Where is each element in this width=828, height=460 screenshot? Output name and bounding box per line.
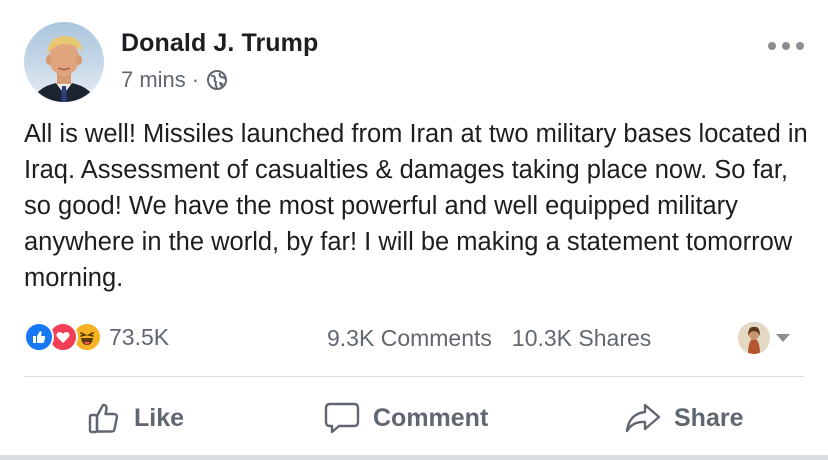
post-text: All is well! Missiles launched from Iran… (24, 120, 808, 292)
author-name[interactable]: Donald J. Trump (121, 29, 318, 58)
like-reaction-icon (24, 322, 54, 352)
reactions-summary[interactable]: 73.5K (24, 320, 169, 354)
comment-bubble-icon (323, 400, 361, 436)
like-label: Like (134, 403, 185, 432)
post-actions: Like Comment Share (0, 390, 828, 446)
share-arrow-icon (624, 401, 662, 435)
comments-count-link[interactable]: 9.3K Comments (327, 325, 492, 352)
facebook-post: Donald J. Trump 7 mins · All is well! Mi… (0, 0, 828, 460)
globe-icon (206, 69, 228, 91)
share-as-selector[interactable] (738, 321, 790, 355)
post-meta: 7 mins · (121, 66, 228, 94)
shares-count-link[interactable]: 10.3K Shares (512, 325, 651, 352)
post-timestamp[interactable]: 7 mins (121, 67, 186, 93)
post-separator-strip (0, 455, 828, 460)
thumbs-up-icon (86, 400, 122, 436)
reaction-icons (24, 322, 102, 352)
reaction-count: 73.5K (109, 323, 170, 350)
viewer-avatar (738, 322, 770, 354)
comment-button[interactable]: Comment (323, 390, 488, 446)
meta-separator: · (191, 67, 200, 92)
engagement-counts: 9.3K Comments 10.3K Shares (327, 321, 651, 355)
divider (24, 376, 804, 377)
share-label: Share (674, 403, 744, 432)
caret-down-icon (776, 334, 790, 342)
share-button[interactable]: Share (624, 390, 743, 446)
author-avatar[interactable] (24, 22, 104, 102)
more-horizontal-icon[interactable] (768, 40, 804, 52)
like-button[interactable]: Like (86, 390, 184, 446)
comment-label: Comment (373, 403, 489, 432)
